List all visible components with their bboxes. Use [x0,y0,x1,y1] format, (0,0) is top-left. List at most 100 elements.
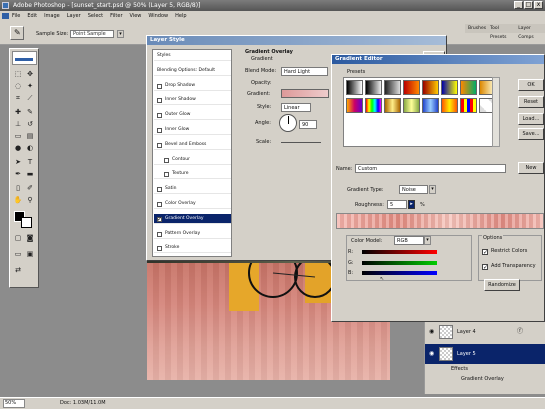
layer-row-selected[interactable]: ◉ Layer 5 [425,344,545,364]
gradient-name-input[interactable]: Custom [355,164,506,173]
healing-brush-icon[interactable]: ✚ [13,107,23,117]
layer-style-checkbox[interactable] [157,231,162,237]
layer-style-checkbox[interactable] [157,128,162,133]
close-window-button[interactable]: x [534,1,543,9]
layer-style-item[interactable]: Styles [154,51,231,61]
gradient-preset-swatch[interactable] [403,80,420,95]
add-transparency-checkbox[interactable]: ✓ [482,264,488,271]
blend-mode-select[interactable]: Hard Light [281,67,328,76]
layer-style-checkbox[interactable] [157,113,162,119]
tab-tool-presets[interactable]: Tool Presets [490,24,514,40]
angle-input[interactable]: 90 [299,120,317,129]
marquee-tool-icon[interactable]: ⬚ [13,69,23,79]
new-button[interactable]: New [518,162,544,174]
layer-style-item[interactable]: Stroke [154,243,231,254]
clone-stamp-icon[interactable]: ⊥ [13,119,23,129]
layer-style-checkbox[interactable] [157,98,162,104]
gradient-ok-button[interactable]: OK [518,79,544,91]
gradient-preset-swatch[interactable] [460,80,477,95]
scale-slider[interactable] [281,142,321,143]
crop-tool-icon[interactable]: ⌗ [13,93,23,103]
layer-style-item[interactable]: Blending Options: Default [154,66,231,76]
red-channel-slider[interactable] [362,250,437,254]
gradient-preset-swatch[interactable] [422,98,439,113]
pen-tool-icon[interactable]: ✒ [13,169,23,179]
eyedropper-tool-icon[interactable]: ✐ [25,183,35,193]
gradient-preset-swatch[interactable] [384,80,401,95]
angle-dial[interactable] [279,114,297,132]
layer-style-item[interactable]: Pattern Overlay [154,229,231,239]
full-screen-icon[interactable]: ▣ [25,249,35,259]
type-tool-icon[interactable]: T [25,157,35,167]
gradient-preset-swatch[interactable] [422,80,439,95]
gradient-preset-swatch[interactable] [403,98,420,113]
gradient-preset-swatch[interactable] [460,98,477,113]
jump-to-imageready-icon[interactable]: ⇄ [13,265,23,275]
lasso-tool-icon[interactable]: ◌ [13,81,23,91]
layer-style-item[interactable]: Bevel and Emboss [154,140,231,150]
color-model-select[interactable]: RGB [394,236,424,245]
layer-style-item[interactable]: Outer Glow [154,110,231,121]
style-select[interactable]: Linear [281,103,311,112]
menu-window[interactable]: Window [148,13,168,19]
eyedropper-tool-preset-button[interactable]: ✎ [10,26,24,40]
eye-icon[interactable]: ◉ [429,322,434,342]
gradient-preset-swatch[interactable] [365,98,382,113]
standard-mode-icon[interactable]: ▢ [13,233,23,243]
gradient-preset-swatch[interactable] [365,80,382,95]
tab-layer-comps[interactable]: Layer Comps [518,24,545,40]
layer-style-item[interactable]: Texture [154,169,231,180]
gradient-preset-swatch[interactable] [441,98,458,113]
shape-tool-icon[interactable]: ▬ [25,169,35,179]
sample-size-select[interactable]: Point Sample [70,30,114,38]
menu-select[interactable]: Select [88,13,103,19]
menu-file[interactable]: File [12,13,20,19]
zoom-level[interactable]: 50% [3,399,25,408]
layer-style-item[interactable]: Color Overlay [154,199,231,209]
menu-help[interactable]: Help [175,13,186,19]
eraser-tool-icon[interactable]: ▭ [13,131,23,141]
layer-style-checkbox[interactable] [164,157,169,163]
dodge-tool-icon[interactable]: ◐ [25,143,35,153]
tab-brushes[interactable]: Brushes [468,24,486,33]
gradient-preview[interactable] [281,89,329,98]
reset-button[interactable]: Reset [518,96,544,108]
background-color-swatch[interactable] [21,217,32,228]
screen-mode-icon[interactable]: ▭ [13,249,23,259]
layer-style-checkbox[interactable] [157,202,162,207]
menu-view[interactable]: View [130,13,142,19]
effects-label[interactable]: Effects [451,366,468,372]
restrict-colors-checkbox[interactable]: ✓ [482,249,488,256]
layer-style-item[interactable]: Inner Glow [154,125,231,135]
eye-icon[interactable]: ◉ [429,344,434,364]
chevron-down-icon[interactable]: ▾ [117,30,124,38]
chevron-down-icon[interactable]: ▾ [424,236,431,245]
magic-wand-icon[interactable]: ✦ [25,81,35,91]
layer-style-checkbox[interactable] [157,142,162,148]
zoom-tool-icon[interactable]: ⚲ [25,195,35,205]
gradient-preset-swatch[interactable] [346,98,363,113]
slice-tool-icon[interactable]: ⟋ [25,93,35,103]
gradient-tool-icon[interactable]: ▤ [25,131,35,141]
notes-tool-icon[interactable]: ▯ [13,183,23,193]
minimize-button[interactable]: _ [514,1,523,9]
gradient-type-select[interactable]: Noise [399,185,428,194]
load-button[interactable]: Load... [518,113,544,125]
hand-tool-icon[interactable]: ✋ [13,195,23,205]
menu-filter[interactable]: Filter [110,13,122,19]
maximize-button[interactable]: □ [524,1,533,9]
layer-style-item[interactable]: Contour [154,155,231,165]
roughness-slider-toggle[interactable]: ▸ [408,200,415,209]
menu-layer[interactable]: Layer [67,13,81,19]
gradient-preset-swatch[interactable] [346,80,363,95]
menu-image[interactable]: Image [44,13,60,19]
layer-style-item[interactable]: Satin [154,184,231,195]
layer-style-item[interactable]: Gradient Overlay [154,213,231,225]
layer-style-checkbox[interactable] [157,83,162,89]
layer-style-item[interactable]: Inner Shadow [154,95,231,106]
green-channel-slider[interactable] [362,261,437,265]
presets-scrollbar[interactable] [492,77,500,147]
layer-style-checkbox[interactable] [164,172,169,178]
quick-mask-icon[interactable]: ◙ [25,233,35,243]
menu-edit[interactable]: Edit [27,13,37,19]
